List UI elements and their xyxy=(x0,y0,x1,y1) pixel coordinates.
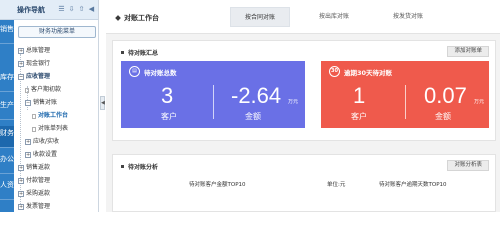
tree-item-purchase-rebate[interactable]: + 采购返款 xyxy=(18,190,50,198)
amount-label: 金额 xyxy=(245,112,261,121)
module-tab-office[interactable]: 办公 xyxy=(0,152,14,174)
page-title: 对账工作台 xyxy=(115,13,159,23)
module-tab-sales[interactable]: 销售 xyxy=(0,22,14,44)
tab-by-contract[interactable]: 按合同对账 xyxy=(230,7,290,27)
collapse-icon[interactable]: − xyxy=(25,100,31,106)
amount-unit: 万元 xyxy=(288,99,299,105)
tree-item-cash-bank[interactable]: + 现金银行 xyxy=(18,60,50,68)
card-header: ▤ 待对账总数 xyxy=(129,66,177,77)
tab-by-outbound[interactable]: 按出库对账 xyxy=(304,7,364,27)
module-tab-production[interactable]: 生产 xyxy=(0,98,14,120)
tree-item-customer-opening[interactable]: 客户期初款 xyxy=(25,86,61,94)
expand-icon[interactable]: + xyxy=(25,139,31,145)
top-bar: 对账工作台 按合同对账 按出库对账 按发货对账 xyxy=(106,0,500,34)
expand-icon[interactable]: + xyxy=(18,191,24,197)
bullet-icon xyxy=(121,165,124,168)
nav-panel: 操作导航 ☰ ⇩ ⇧ ◀ 财务功能菜单 + 总账管理 + 现金银行 − 应收管理 客户… xyxy=(14,0,99,212)
list-icon[interactable]: ☰ xyxy=(58,6,65,13)
tree-item-collection-settings[interactable]: + 收款设置 xyxy=(25,151,57,159)
customers-count: 3 xyxy=(161,83,174,108)
card-divider xyxy=(213,85,214,119)
expand-icon[interactable]: + xyxy=(25,152,31,158)
tree-item-statement-list[interactable]: 对账单列表 xyxy=(32,125,68,133)
amount-unit: 万元 xyxy=(474,99,485,105)
nav-header: 操作导航 ☰ ⇩ ⇧ ◀ xyxy=(14,0,98,20)
hide-panel-icon[interactable]: ◀ xyxy=(88,6,95,13)
summary-title: 待对账汇总 xyxy=(121,48,158,57)
expand-icon[interactable]: + xyxy=(18,204,24,210)
unit-label: 单位:元 xyxy=(327,182,346,188)
overdue-days-chart-title: 待对账客户逾期天数TOP10 xyxy=(379,182,447,188)
tree-item-receivable-received[interactable]: + 应收/实收 xyxy=(25,138,59,146)
tree-item-receivables[interactable]: − 应收管理 xyxy=(18,73,50,81)
title-marker-icon xyxy=(115,15,121,21)
expand-icon[interactable]: + xyxy=(18,165,24,171)
expand-icon[interactable]: + xyxy=(18,61,24,67)
nav-tools: ☰ ⇩ ⇧ ◀ xyxy=(58,6,95,13)
nav-title: 操作导航 xyxy=(17,5,45,14)
tree-item-general-ledger[interactable]: + 总账管理 xyxy=(18,47,50,55)
customers-count: 1 xyxy=(353,83,366,108)
bullet-icon xyxy=(121,51,124,54)
page-icon xyxy=(25,87,29,93)
collapse-sidebar-handle[interactable]: ◀ xyxy=(100,96,105,110)
overdue-badge-icon: 30 xyxy=(329,66,340,77)
customer-amount-chart-title: 待对账客户金额TOP10 xyxy=(189,182,246,188)
page-icon xyxy=(32,113,36,119)
amount-label: 金额 xyxy=(435,112,451,121)
tab-by-shipment[interactable]: 按发货对账 xyxy=(378,7,438,27)
tree-item-sales-rebate[interactable]: + 销售返款 xyxy=(18,164,50,172)
collapse-icon[interactable]: − xyxy=(18,74,24,80)
page-icon xyxy=(32,126,36,132)
chart-icon: ▤ xyxy=(129,66,140,77)
card-title: 待对账总数 xyxy=(144,68,177,77)
finance-menu-button[interactable]: 财务功能菜单 xyxy=(18,26,96,38)
module-tab-hr[interactable]: 人资 xyxy=(0,178,14,200)
add-statement-button[interactable]: 添加对账单 xyxy=(447,46,489,57)
amount-value: 0.07 xyxy=(424,83,467,108)
customers-label: 客户 xyxy=(161,112,177,121)
card-divider xyxy=(405,85,406,119)
tree-item-invoice-management[interactable]: + 发票管理 xyxy=(18,203,50,211)
analysis-panel: 待对账分析 对账分析表 待对账客户金额TOP10 单位:元 待对账客户逾期天数T… xyxy=(112,154,496,212)
module-strip-header xyxy=(0,0,14,20)
card-header: 30 逾期30天待对账 xyxy=(329,66,392,77)
analysis-title: 待对账分析 xyxy=(121,162,158,171)
tree-item-reconcile-workbench[interactable]: 对账工作台 xyxy=(32,112,68,120)
summary-panel: 待对账汇总 添加对账单 ▤ 待对账总数 3 客户 -2.64 万元 金额 30 … xyxy=(112,40,496,141)
reconcile-analysis-button[interactable]: 对账分析表 xyxy=(447,160,489,171)
card-title: 逾期30天待对账 xyxy=(344,68,393,77)
collapse-all-icon[interactable]: ⇧ xyxy=(78,6,85,13)
module-tab-finance[interactable]: 财务 xyxy=(0,126,14,148)
overdue-30-card[interactable]: 30 逾期30天待对账 1 客户 0.07 万元 金额 xyxy=(321,61,489,128)
pending-total-card[interactable]: ▤ 待对账总数 3 客户 -2.64 万元 金额 xyxy=(121,61,305,128)
module-strip: 销售 库存 生产 财务 办公 人资 xyxy=(0,0,14,212)
customers-label: 客户 xyxy=(351,112,367,121)
amount-value: -2.64 xyxy=(231,83,282,108)
module-tab-inventory[interactable]: 库存 xyxy=(0,70,14,92)
expand-all-icon[interactable]: ⇩ xyxy=(68,6,75,13)
tree-item-payment-management[interactable]: + 付款管理 xyxy=(18,177,50,185)
main-area: 对账工作台 按合同对账 按出库对账 按发货对账 待对账汇总 添加对账单 ▤ 待对… xyxy=(106,0,500,212)
tree-item-sales-reconcile[interactable]: − 销售对账 xyxy=(25,99,57,107)
expand-icon[interactable]: + xyxy=(18,48,24,54)
expand-icon[interactable]: + xyxy=(18,178,24,184)
